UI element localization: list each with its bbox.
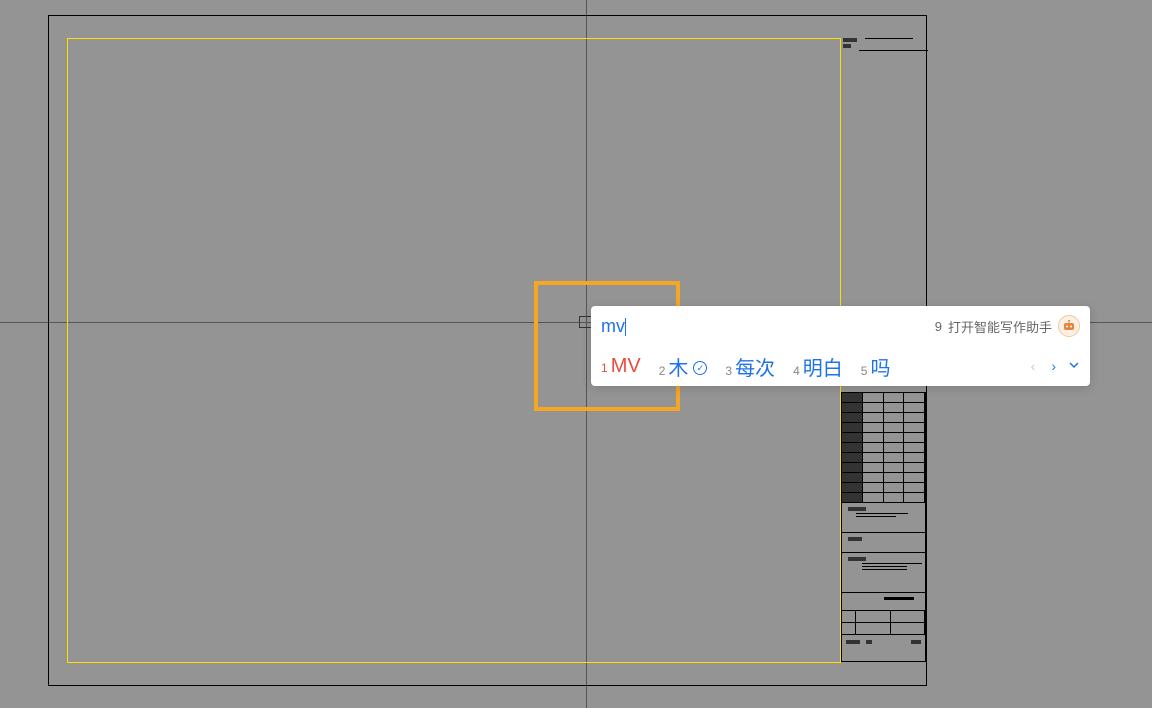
ime-candidate-3[interactable]: 3 每次 [725,352,775,381]
candidate-number: 1 [601,361,608,375]
candidate-text: 吗 [870,352,890,381]
ime-assistant-shortcut: 9 [935,319,942,334]
ime-candidates-row: 1 MV 2 木 ✓ 3 每次 4 明白 5 吗 ‹ › [591,346,1090,386]
ime-popup: mv 9 打开智能写作助手 1 MV 2 木 ✓ 3 每次 4 明白 5 吗 [591,306,1090,386]
titleblock-top [843,38,928,53]
ime-prev-page-icon[interactable]: ‹ [1027,356,1040,376]
ime-next-page-icon[interactable]: › [1047,356,1060,376]
ime-nav: ‹ › [1027,356,1080,376]
ime-input-row: mv 9 打开智能写作助手 [591,306,1090,346]
ime-input-text: mv [601,316,625,337]
ime-assistant-button[interactable]: 9 打开智能写作助手 [935,315,1080,337]
titleblock-bottom [841,392,926,662]
candidate-text: MV [611,355,641,378]
ime-candidate-2[interactable]: 2 木 ✓ [659,352,708,381]
ime-expand-icon[interactable] [1068,359,1080,374]
ime-assistant-label: 打开智能写作助手 [948,317,1052,336]
ime-candidate-4[interactable]: 4 明白 [793,352,843,381]
assistant-bot-icon [1058,315,1080,337]
ime-candidate-1[interactable]: 1 MV [601,355,641,378]
cloud-check-icon: ✓ [693,361,707,375]
candidate-number: 3 [725,364,732,378]
candidate-number: 5 [861,364,868,378]
candidate-number: 4 [793,364,800,378]
candidate-text: 木 [668,352,688,381]
candidate-text: 明白 [803,352,843,381]
candidate-text: 每次 [735,352,775,381]
ime-candidate-5[interactable]: 5 吗 [861,352,891,381]
candidate-number: 2 [659,364,666,378]
